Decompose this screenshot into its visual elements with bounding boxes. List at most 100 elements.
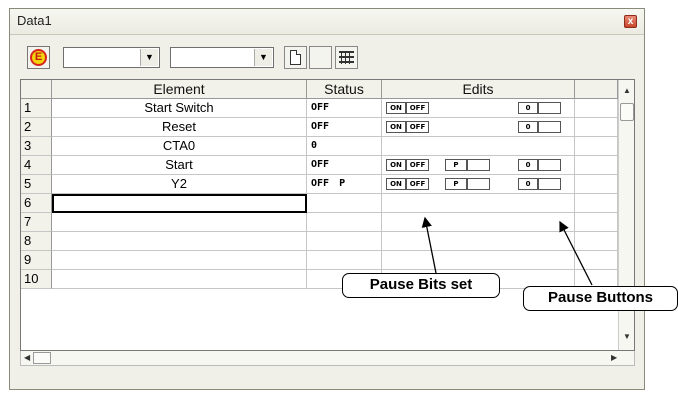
vertical-scroll-thumb[interactable]	[620, 103, 634, 121]
status-value: OFF	[311, 121, 330, 132]
edits-cell	[382, 251, 575, 270]
blank-column-header	[575, 80, 618, 99]
pause-button[interactable]: P	[445, 178, 467, 190]
row-number[interactable]: 2	[21, 118, 52, 137]
status-value: OFF	[311, 178, 330, 189]
blank-cell	[575, 156, 618, 175]
horizontal-scrollbar[interactable]: ◀ ▶	[20, 351, 635, 366]
close-button[interactable]: x	[624, 15, 637, 28]
status-cell: 0	[307, 137, 382, 156]
blank-cell	[575, 232, 618, 251]
status-cell	[307, 232, 382, 251]
pause-buttons-callout: Pause Buttons	[523, 286, 678, 311]
chevron-down-icon[interactable]: ▼	[254, 49, 272, 66]
on-button[interactable]: ON	[386, 102, 406, 114]
element-column-header[interactable]: Element	[52, 80, 307, 99]
pause-button[interactable]: P	[445, 159, 467, 171]
title-bar: Data1 x	[10, 9, 644, 35]
status-pause-flag: P	[339, 178, 346, 189]
edits-cell	[382, 232, 575, 251]
grid-button[interactable]	[335, 46, 358, 69]
row-number[interactable]: 3	[21, 137, 52, 156]
pause-value-field[interactable]	[467, 159, 490, 171]
edits-cell: ON OFF P 0	[382, 156, 575, 175]
data-window: Data1 x E ▼ ▼ Element Status Edits 1 Sta…	[9, 8, 645, 390]
element-cell[interactable]: Y2	[52, 175, 307, 194]
new-button[interactable]	[284, 46, 307, 69]
element-cell[interactable]	[52, 194, 307, 213]
scroll-left-icon[interactable]: ◀	[24, 351, 30, 364]
status-cell: OFF	[307, 99, 382, 118]
blank-cell	[575, 194, 618, 213]
off-button[interactable]: OFF	[406, 121, 429, 133]
status-cell	[307, 213, 382, 232]
row-number[interactable]: 4	[21, 156, 52, 175]
off-button[interactable]: OFF	[406, 178, 429, 190]
on-button[interactable]: ON	[386, 159, 406, 171]
status-cell: OFF	[307, 156, 382, 175]
off-button[interactable]: OFF	[406, 102, 429, 114]
chevron-down-icon[interactable]: ▼	[140, 49, 158, 66]
value-field[interactable]	[538, 159, 561, 171]
status-value: OFF	[311, 159, 330, 170]
element-cell[interactable]	[52, 270, 307, 289]
edits-cell: ON OFF 0	[382, 99, 575, 118]
row-number[interactable]: 10	[21, 270, 52, 289]
value-field[interactable]	[538, 102, 561, 114]
edits-cell: ON OFF P 0	[382, 175, 575, 194]
status-cell: OFF P	[307, 175, 382, 194]
value-field[interactable]	[538, 178, 561, 190]
second-combo[interactable]: ▼	[170, 47, 274, 68]
zero-button[interactable]: 0	[518, 178, 538, 190]
on-button[interactable]: ON	[386, 121, 406, 133]
status-value: 0	[311, 140, 318, 151]
pause-value-field[interactable]	[467, 178, 490, 190]
row-number[interactable]: 5	[21, 175, 52, 194]
edits-cell	[382, 137, 575, 156]
edits-column-header[interactable]: Edits	[382, 80, 575, 99]
blank-cell	[575, 175, 618, 194]
pause-bits-callout: Pause Bits set	[342, 273, 500, 298]
element-cell[interactable]	[52, 251, 307, 270]
blank-cell	[575, 118, 618, 137]
close-icon: x	[627, 16, 634, 27]
element-cell[interactable]: Reset	[52, 118, 307, 137]
scroll-down-icon[interactable]: ▼	[621, 332, 633, 341]
row-number[interactable]: 6	[21, 194, 52, 213]
e-icon: E	[30, 49, 47, 66]
element-cell[interactable]	[52, 232, 307, 251]
blank-cell	[575, 251, 618, 270]
zero-button[interactable]: 0	[518, 159, 538, 171]
window-title: Data1	[17, 13, 52, 28]
row-number[interactable]: 1	[21, 99, 52, 118]
element-cell[interactable]: CTA0	[52, 137, 307, 156]
blank-cell	[575, 99, 618, 118]
element-cell[interactable]: Start Switch	[52, 99, 307, 118]
element-e-button[interactable]: E	[27, 46, 50, 69]
on-button[interactable]: ON	[386, 178, 406, 190]
edits-cell: ON OFF 0	[382, 118, 575, 137]
edits-cell	[382, 213, 575, 232]
element-cell[interactable]: Start	[52, 156, 307, 175]
scroll-up-icon[interactable]: ▲	[621, 86, 633, 95]
status-column-header[interactable]: Status	[307, 80, 382, 99]
value-field[interactable]	[538, 121, 561, 133]
status-cell	[307, 194, 382, 213]
zero-button[interactable]: 0	[518, 102, 538, 114]
status-cell: OFF	[307, 118, 382, 137]
off-button[interactable]: OFF	[406, 159, 429, 171]
scroll-right-icon[interactable]: ▶	[611, 351, 617, 364]
edits-cell	[382, 194, 575, 213]
element-cell[interactable]	[52, 213, 307, 232]
zero-button[interactable]: 0	[518, 121, 538, 133]
row-number[interactable]: 7	[21, 213, 52, 232]
blank-button[interactable]	[309, 46, 332, 69]
blank-cell	[575, 213, 618, 232]
first-combo[interactable]: ▼	[63, 47, 160, 68]
row-number[interactable]: 9	[21, 251, 52, 270]
status-value: OFF	[311, 102, 330, 113]
horizontal-scroll-thumb[interactable]	[33, 352, 51, 364]
toolbar: E ▼ ▼	[10, 35, 644, 79]
row-number[interactable]: 8	[21, 232, 52, 251]
corner-header	[21, 80, 52, 99]
